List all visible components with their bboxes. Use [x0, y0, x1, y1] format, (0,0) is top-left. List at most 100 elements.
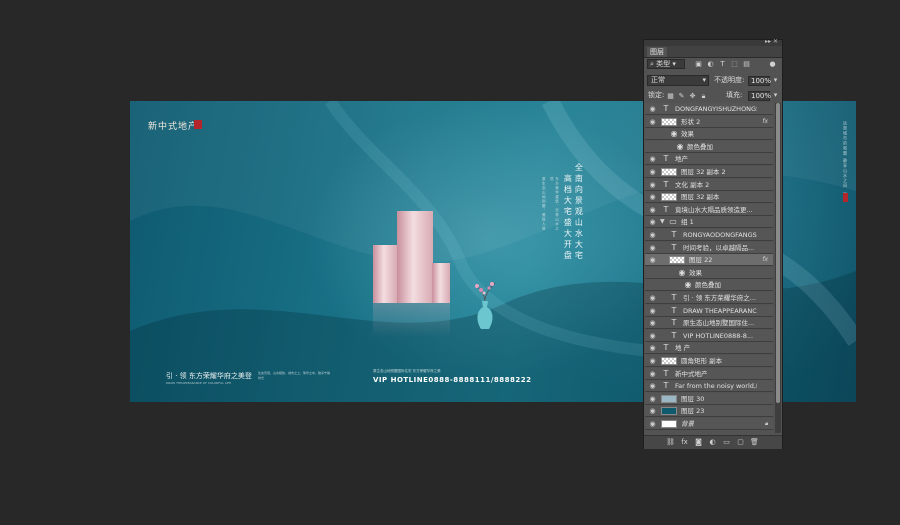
layer-row[interactable]: ◉ 颜色叠加: [645, 279, 773, 292]
layer-name[interactable]: 颜色叠加: [695, 279, 721, 291]
layer-name[interactable]: 效果: [681, 128, 694, 140]
layer-row[interactable]: ◉ T 时间考验，以卓越隔品...: [645, 241, 773, 254]
layer-name[interactable]: VIP HOTLINE0888-8...: [683, 330, 753, 342]
layer-name[interactable]: 原生态山地别墅国际住...: [683, 317, 754, 329]
layer-row[interactable]: ◉ T DRAW THEAPPEARANCE...: [645, 304, 773, 317]
visibility-eye-icon[interactable]: ◉: [648, 382, 657, 390]
visibility-eye-icon[interactable]: ◉: [648, 105, 657, 113]
fill-dropdown-icon[interactable]: ▾: [771, 91, 780, 100]
effect-visibility-icon[interactable]: ◉: [677, 268, 687, 278]
layer-row[interactable]: ◉ 图层 30: [645, 392, 773, 405]
collapse-icon[interactable]: ▸▸ ✕: [765, 38, 778, 45]
visibility-eye-icon[interactable]: ◉: [648, 407, 657, 415]
layers-scroll-thumb[interactable]: [776, 103, 780, 403]
effect-visibility-icon[interactable]: ◉: [675, 142, 685, 152]
layers-scrollbar[interactable]: [775, 103, 781, 433]
layer-row[interactable]: ◉ T 原生态山地别墅国际住...: [645, 317, 773, 330]
filter-smart-object-icon[interactable]: ▤: [742, 60, 751, 69]
layer-row[interactable]: ◉ T 文化 副本 2: [645, 178, 773, 191]
layer-name[interactable]: RONGYAODONGFANGSH...: [683, 229, 757, 241]
visibility-eye-icon[interactable]: ◉: [648, 206, 657, 214]
visibility-eye-icon[interactable]: ◉: [648, 231, 657, 239]
layers-tab-label[interactable]: 图层: [647, 47, 667, 57]
effect-visibility-icon[interactable]: ◉: [683, 280, 693, 290]
link-layers-icon[interactable]: ⛓: [666, 438, 675, 447]
layer-name[interactable]: 地 产: [675, 342, 690, 354]
filter-pixel-icon[interactable]: ▣: [694, 60, 703, 69]
layer-row[interactable]: ◉ 圆角矩形 副本: [645, 355, 773, 367]
layer-row[interactable]: ◉ 图层 23: [645, 405, 773, 418]
visibility-eye-icon[interactable]: ◉: [648, 118, 657, 126]
filter-adjustment-icon[interactable]: ◐: [706, 60, 715, 69]
lock-all-icon[interactable]: 🔒︎: [700, 92, 707, 100]
visibility-eye-icon[interactable]: ◉: [648, 395, 657, 403]
layer-row[interactable]: ◉ 背景 🔒︎: [645, 418, 773, 430]
visibility-eye-icon[interactable]: ◉: [648, 193, 657, 201]
layer-name[interactable]: 形状 2: [681, 116, 700, 128]
layer-name[interactable]: 组 1: [681, 216, 694, 228]
visibility-eye-icon[interactable]: ◉: [648, 357, 657, 365]
layer-name[interactable]: DONGFANGYISHUZHONGSH...: [675, 103, 757, 115]
layer-row[interactable]: ◉ T RONGYAODONGFANGSH...: [645, 229, 773, 241]
filter-type-select[interactable]: ⌕ 类型 ▾: [647, 59, 685, 69]
filter-shape-icon[interactable]: ⬚: [730, 60, 739, 69]
fill-input[interactable]: 100%: [748, 91, 771, 101]
blend-mode-select[interactable]: 正常 ▾: [647, 75, 709, 86]
lock-position-icon[interactable]: ✥: [689, 92, 696, 100]
layer-name[interactable]: 引 · 领 东方荣耀华府之...: [683, 292, 756, 304]
layer-row[interactable]: ◉ ▼ ▭ 组 1: [645, 216, 773, 229]
delete-layer-icon[interactable]: 🗑︎: [750, 438, 759, 447]
visibility-eye-icon[interactable]: ◉: [648, 294, 657, 302]
lock-transparent-icon[interactable]: ▦: [667, 92, 674, 100]
layer-name[interactable]: 效果: [689, 267, 702, 279]
layer-name[interactable]: 竟境山水大隔品质领造更...: [675, 204, 753, 216]
layer-row[interactable]: ◉ T 地 产: [645, 342, 773, 355]
new-group-icon[interactable]: ▭: [722, 438, 731, 447]
layer-fx-icon[interactable]: fx: [762, 254, 768, 266]
layer-name[interactable]: 新中式地产: [675, 368, 708, 380]
add-mask-icon[interactable]: ◙: [694, 438, 703, 447]
visibility-eye-icon[interactable]: ◉: [648, 244, 657, 252]
layer-row[interactable]: ◉ T 竟境山水大隔品质领造更...: [645, 203, 773, 216]
effect-visibility-icon[interactable]: ◉: [669, 129, 679, 139]
layers-tab[interactable]: 图层: [644, 46, 782, 58]
layer-name[interactable]: 时间考验，以卓越隔品...: [683, 242, 754, 254]
layer-name[interactable]: 背景: [681, 418, 694, 430]
group-expand-icon[interactable]: ▼: [660, 216, 665, 228]
layer-row[interactable]: ◉ T 新中式地产: [645, 367, 773, 380]
layer-name[interactable]: 图层 30: [681, 393, 704, 405]
layer-name[interactable]: 图层 22: [689, 254, 712, 266]
lock-image-icon[interactable]: ✎: [678, 92, 685, 100]
visibility-eye-icon[interactable]: ◉: [648, 332, 657, 340]
layer-name[interactable]: 颜色叠加: [687, 141, 713, 153]
layer-row[interactable]: ◉ 形状 2 fx: [645, 115, 773, 128]
layer-name[interactable]: 文化 副本 2: [675, 179, 709, 191]
visibility-eye-icon[interactable]: ◉: [648, 155, 657, 163]
layer-name[interactable]: DRAW THEAPPEARANCE...: [683, 305, 757, 317]
layer-name[interactable]: 图层 32 副本 2: [681, 166, 726, 178]
visibility-eye-icon[interactable]: ◉: [648, 168, 657, 176]
visibility-eye-icon[interactable]: ◉: [648, 344, 657, 352]
layer-row[interactable]: ◉ 效果: [645, 266, 773, 279]
visibility-eye-icon[interactable]: ◉: [648, 370, 657, 378]
add-style-icon[interactable]: fx: [680, 438, 689, 447]
layer-row[interactable]: ◉ T 引 · 领 东方荣耀华府之...: [645, 292, 773, 304]
layer-name[interactable]: 圆角矩形 副本: [681, 355, 722, 367]
layer-row[interactable]: ◉ T Far from the noisy world,Let...: [645, 380, 773, 393]
visibility-eye-icon[interactable]: ◉: [648, 218, 657, 226]
new-layer-icon[interactable]: ▢: [736, 438, 745, 447]
visibility-eye-icon[interactable]: ◉: [648, 420, 657, 428]
filter-text-icon[interactable]: T: [718, 60, 727, 69]
opacity-input[interactable]: 100%: [748, 76, 771, 86]
layer-row[interactable]: ◉ 颜色叠加: [645, 140, 773, 153]
visibility-eye-icon[interactable]: ◉: [648, 181, 657, 189]
layers-panel[interactable]: ▸▸ ✕ 图层 ⌕ 类型 ▾ ▣ ◐ T ⬚ ▤ ● 正常 ▾ 不透明度: 100…: [643, 38, 783, 449]
layer-row[interactable]: ◉ T DONGFANGYISHUZHONGSH...: [645, 103, 773, 115]
layer-name[interactable]: 地产: [675, 153, 688, 165]
layers-list[interactable]: ◉TDONGFANGYISHUZHONGSH...◉形状 2fx◉效果◉颜色叠加…: [645, 103, 773, 433]
layer-row[interactable]: ◉ 图层 32 副本: [645, 191, 773, 204]
layer-name[interactable]: 图层 32 副本: [681, 191, 719, 203]
new-adjustment-icon[interactable]: ◐: [708, 438, 717, 447]
layer-row[interactable]: ◉ T 地产: [645, 153, 773, 166]
layer-row[interactable]: ◉ 图层 22 fx: [645, 254, 773, 267]
